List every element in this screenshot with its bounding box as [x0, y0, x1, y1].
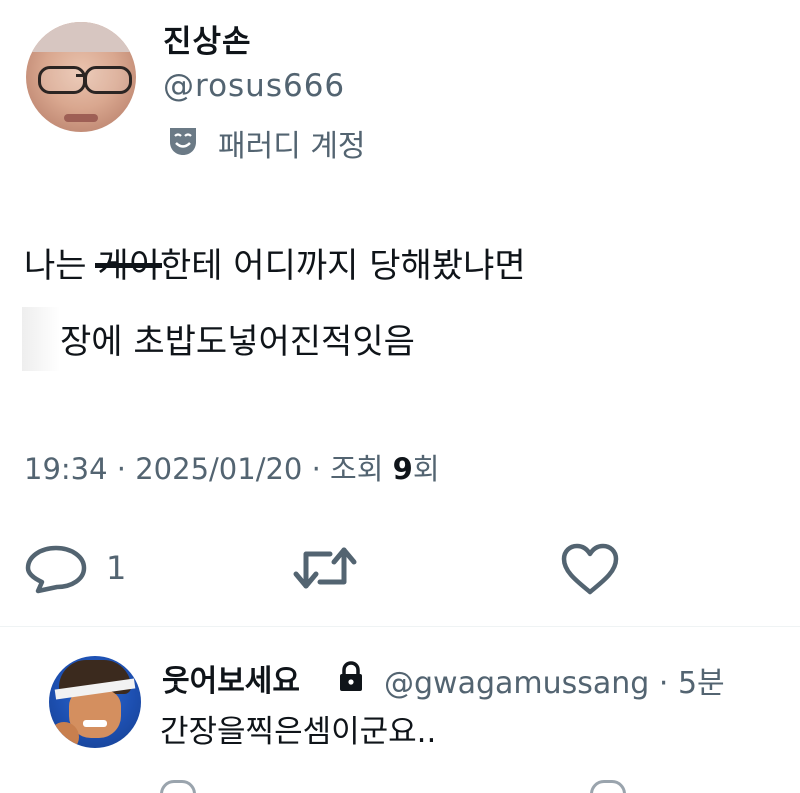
- post-text-line-1: 나는 게이한테 어디까지 당해봤냐면: [24, 238, 526, 287]
- reply-reply-icon[interactable]: [160, 780, 196, 793]
- reply-author-avatar[interactable]: [49, 656, 141, 748]
- author-avatar[interactable]: [26, 22, 136, 132]
- post-text-suffix: 한테 어디까지 당해봤냐면: [159, 246, 526, 286]
- reply-like-icon[interactable]: [590, 780, 626, 793]
- reply-action-bar: [0, 780, 800, 793]
- retweet-icon[interactable]: [290, 542, 360, 594]
- reply-age[interactable]: 5분: [678, 666, 725, 701]
- avatar-teeth: [83, 720, 107, 727]
- avatar-mouth: [64, 114, 98, 122]
- post-text-line-2: 장에 초밥도넣어진적잇음: [22, 307, 415, 371]
- divider: [0, 626, 800, 627]
- avatar-hair: [26, 22, 136, 52]
- reply-author-handle[interactable]: @gwagamussang: [384, 666, 649, 701]
- post-date[interactable]: 2025/01/20: [135, 452, 302, 486]
- post-text-line2-content: 장에 초밥도넣어진적잇음: [60, 322, 415, 362]
- reply-handle-line: @gwagamussang · 5분: [384, 658, 725, 702]
- meta-separator: ·: [116, 452, 127, 486]
- reply-author-name[interactable]: 웃어보세요: [162, 656, 300, 700]
- post-text-struck: 게이: [95, 238, 162, 287]
- heart-icon[interactable]: [560, 542, 620, 596]
- reply-text: 간장을찍은셈이군요..: [160, 714, 437, 750]
- post-time[interactable]: 19:34: [24, 452, 108, 486]
- views-label: 조회: [330, 452, 384, 486]
- views-suffix: 회: [412, 452, 440, 486]
- parody-account-label: 패러디 계정: [218, 129, 366, 164]
- reply-count: 1: [106, 549, 127, 587]
- reply-bubble-icon[interactable]: [24, 544, 88, 594]
- meta-separator: ·: [311, 452, 321, 486]
- reply-separator: ·: [658, 666, 669, 701]
- author-handle[interactable]: @rosus666: [163, 68, 345, 104]
- post-text-prefix: 나는: [24, 246, 98, 286]
- avatar-glasses-right: [84, 66, 132, 94]
- redacted-blur: [22, 307, 60, 371]
- post-metadata: 19:34 · 2025/01/20 · 조회 9회: [24, 446, 440, 488]
- avatar-glasses-left: [38, 66, 86, 94]
- parody-mask-icon: [170, 128, 196, 155]
- avatar-arm: [49, 722, 79, 748]
- views-count: 9: [392, 452, 413, 486]
- author-name[interactable]: 진상손: [163, 16, 252, 61]
- lock-icon: [340, 661, 362, 691]
